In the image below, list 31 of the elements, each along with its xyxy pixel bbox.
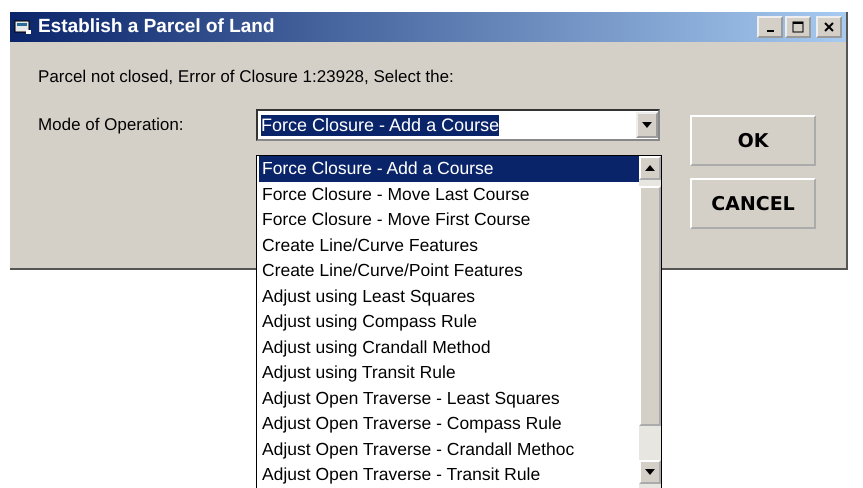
dropdown-option[interactable]: Create Line/Curve Features bbox=[259, 232, 639, 258]
dropdown-option[interactable]: Adjust using Compass Rule bbox=[259, 309, 639, 334]
mode-label: Mode of Operation: bbox=[38, 115, 185, 135]
dropdown-option[interactable]: Create Line/Curve/Point Features bbox=[259, 258, 639, 284]
dropdown-option[interactable]: Adjust Open Traverse - Transit Rule bbox=[259, 462, 639, 488]
window-title: Establish a Parcel of Land bbox=[38, 16, 276, 38]
dropdown-option[interactable]: Adjust using Transit Rule bbox=[259, 360, 639, 386]
maximize-icon bbox=[792, 21, 804, 33]
close-button[interactable] bbox=[816, 16, 842, 38]
scroll-thumb[interactable] bbox=[639, 186, 661, 426]
window-app-icon bbox=[14, 19, 32, 35]
minimize-button[interactable] bbox=[757, 16, 783, 38]
dropdown-option[interactable]: Adjust Open Traverse - Crandall Methoc bbox=[259, 436, 639, 462]
dropdown-option[interactable]: Adjust using Least Squares bbox=[259, 284, 639, 309]
dropdown-value: Force Closure - Add a Course bbox=[261, 114, 500, 136]
minimize-icon bbox=[766, 30, 774, 32]
dropdown-option[interactable]: Adjust Open Traverse - Least Squares bbox=[259, 386, 639, 411]
mode-dropdown[interactable]: Force Closure - Add a Course bbox=[256, 109, 660, 141]
dropdown-option[interactable]: Force Closure - Move Last Course bbox=[259, 182, 639, 207]
scrollbar[interactable] bbox=[639, 156, 661, 488]
dropdown-option[interactable]: Force Closure - Add a Course bbox=[259, 156, 639, 182]
dropdown-option[interactable]: Adjust Open Traverse - Compass Rule bbox=[259, 411, 639, 436]
cancel-button[interactable]: CANCEL bbox=[690, 178, 816, 229]
maximize-button[interactable] bbox=[785, 16, 811, 38]
dropdown-option[interactable]: Adjust using Crandall Method bbox=[259, 334, 639, 360]
closure-message: Parcel not closed, Error of Closure 1:23928, Select the: bbox=[38, 67, 455, 87]
close-icon bbox=[823, 21, 835, 33]
scroll-down-icon[interactable] bbox=[639, 460, 661, 484]
scroll-up-icon[interactable] bbox=[639, 156, 661, 180]
dropdown-option[interactable]: Force Closure - Move First Course bbox=[259, 207, 639, 232]
ok-button[interactable]: OK bbox=[690, 115, 816, 166]
